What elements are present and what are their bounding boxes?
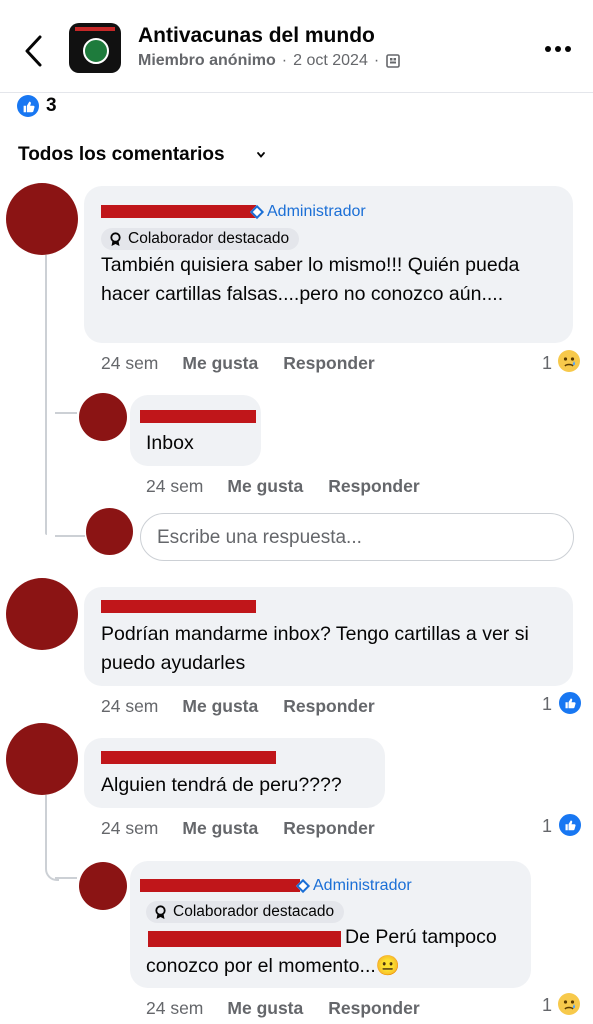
chevron-down-icon[interactable] (256, 150, 266, 160)
avatar (86, 508, 133, 555)
meta-separator-2: · (373, 52, 380, 69)
like-button[interactable]: Me gusta (227, 476, 303, 497)
back-chevron-icon[interactable] (22, 34, 44, 68)
comment-time: 24 sem (146, 998, 204, 1018)
redacted-author-name (140, 879, 300, 892)
reply-button[interactable]: Responder (328, 476, 419, 497)
comment-text: Alguien tendrá de peru???? (101, 774, 342, 796)
reaction-count[interactable]: 1 (542, 816, 552, 837)
reply-button[interactable]: Responder (283, 818, 374, 839)
medal-icon (110, 231, 121, 246)
top-contributor-badge: Colaborador destacado (101, 228, 300, 250)
post-date[interactable]: 2 oct 2024 (293, 52, 368, 70)
reply-button[interactable]: Responder (283, 696, 374, 717)
like-button[interactable]: Me gusta (227, 998, 303, 1019)
admin-badge: Administrador (295, 877, 412, 895)
like-reaction-icon[interactable] (557, 812, 583, 838)
reply-input[interactable]: Escribe una respuesta... (140, 513, 574, 561)
group-avatar[interactable] (69, 23, 121, 73)
thread-line-branch-reply (55, 412, 77, 414)
like-button[interactable]: Me gusta (182, 818, 258, 839)
thread-line-curve (45, 862, 59, 881)
reply-text-part1: De Perú tampoco (345, 926, 497, 948)
like-button[interactable]: Me gusta (182, 353, 258, 374)
group-members-icon (386, 54, 400, 68)
like-reaction-icon[interactable] (557, 690, 583, 716)
thread-line (45, 795, 47, 867)
comment-text: También quisiera saber lo mismo!!! Quién… (101, 254, 520, 305)
thread-line-branch (55, 535, 85, 537)
reaction-count[interactable]: 1 (542, 995, 552, 1016)
avatar[interactable] (79, 393, 127, 441)
reaction-count[interactable]: 1 (542, 353, 552, 374)
reaction-count[interactable]: 1 (542, 694, 552, 715)
post-meta: Miembro anónimo · 2 oct 2024 · (138, 52, 401, 70)
reply-text: Inbox (146, 432, 194, 454)
medal-icon (155, 904, 166, 919)
comment-actions: 24 sem Me gusta Responder (101, 353, 375, 374)
comment-actions: 24 sem Me gusta Responder (101, 818, 375, 839)
redacted-author-name (101, 600, 256, 613)
redacted-author-name (101, 205, 256, 218)
avatar[interactable] (6, 578, 78, 650)
thread-line (45, 255, 47, 505)
comment-time: 24 sem (146, 476, 204, 496)
thread-line-curve (45, 505, 47, 535)
reply-button[interactable]: Responder (283, 353, 374, 374)
top-contributor-badge: Colaborador destacado (146, 901, 345, 923)
like-button[interactable]: Me gusta (182, 696, 258, 717)
avatar[interactable] (79, 862, 127, 910)
reply-button[interactable]: Responder (328, 998, 419, 1019)
more-options-icon[interactable] (545, 46, 571, 52)
post-header: Antivacunas del mundo Miembro anónimo · … (0, 0, 593, 93)
group-name[interactable]: Antivacunas del mundo (138, 24, 375, 48)
redacted-author-name (101, 751, 276, 764)
reply-actions: 24 sem Me gusta Responder (146, 998, 420, 1019)
avatar[interactable] (6, 183, 78, 255)
comment-time: 24 sem (101, 696, 159, 716)
redacted-author-name (140, 410, 256, 423)
meta-separator: · (281, 52, 288, 69)
comment-actions: 24 sem Me gusta Responder (101, 696, 375, 717)
reaction-count[interactable]: 3 (46, 95, 57, 117)
comment-text: Podrían mandarme inbox? Tengo cartillas … (101, 623, 529, 674)
admin-badge: Administrador (249, 203, 366, 221)
redacted-mention (148, 931, 341, 947)
comment-time: 24 sem (101, 818, 159, 838)
comment-time: 24 sem (101, 353, 159, 373)
like-icon[interactable] (17, 95, 39, 117)
comments-filter[interactable]: Todos los comentarios (18, 144, 225, 166)
post-author: Miembro anónimo (138, 52, 276, 69)
sad-reaction-icon[interactable] (558, 993, 580, 1015)
avatar[interactable] (6, 723, 78, 795)
reply-input-placeholder: Escribe una respuesta... (157, 527, 362, 548)
sad-reaction-icon[interactable] (558, 350, 580, 372)
reply-text-part2: conozco por el momento...😐 (146, 955, 401, 977)
reply-actions: 24 sem Me gusta Responder (146, 476, 420, 497)
neutral-face-emoji: 😐 (375, 955, 401, 977)
